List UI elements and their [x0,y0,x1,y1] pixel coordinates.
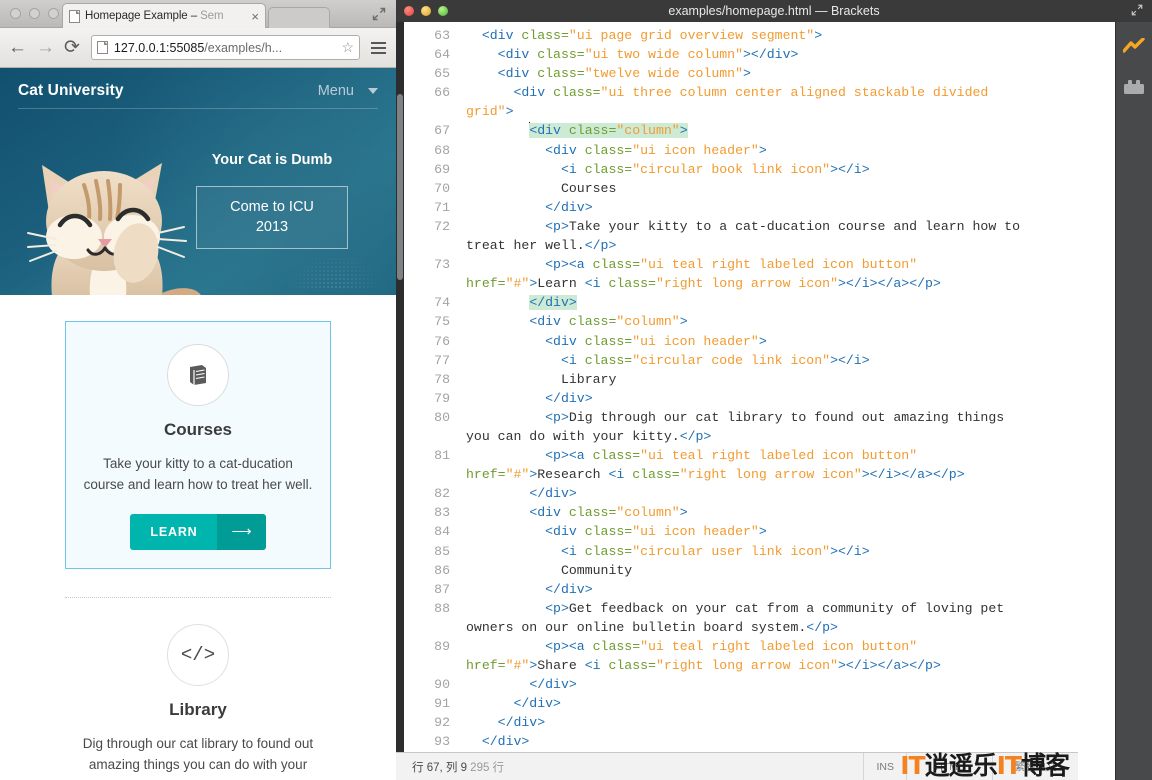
window-zoom-button[interactable] [438,6,448,16]
menu-label: Menu [317,83,354,99]
expand-arrows-icon[interactable] [1131,4,1143,19]
url-text: 127.0.0.1:55085/examples/h... [114,41,336,55]
url-host: 127.0.0.1:55085 [113,40,205,55]
url-path: /examples/h... [204,40,283,55]
total-lines: 295 行 [470,761,505,774]
hero-content: Your Cat is Dumb Come to ICU 2013 [148,152,396,250]
learn-button-label: LEARN [130,513,218,550]
brackets-window: examples/homepage.html — Brackets 63 <di… [396,0,1152,780]
live-preview-icon[interactable] [1122,37,1145,61]
card-body: Dig through our cat library to found out… [82,735,314,780]
menu-dropdown[interactable]: Menu [318,83,378,99]
card-heading: Library [169,699,227,719]
code-glyph: </> [180,643,216,666]
editor-title: examples/homepage.html — Brackets [668,4,880,18]
browser-tab-title-truncated: Sem [200,10,224,22]
box-glyph [1124,80,1144,94]
editor-window-controls[interactable] [404,6,448,16]
browser-tab-strip: Homepage Example – Sem × [0,0,396,28]
lightning-glyph [1122,37,1145,53]
code-text[interactable]: 63 <div class="ui page grid overview seg… [404,22,1115,752]
screenshot-root: Homepage Example – Sem × ← → ⟳ 127.0.0.1… [0,0,1152,780]
window-minimize-button[interactable] [29,8,40,19]
decorative-dots [290,253,380,289]
site-brand[interactable]: Cat University [18,82,124,100]
browser-window-controls[interactable] [10,8,59,19]
extension-manager-icon[interactable] [1123,79,1145,100]
editor-body: 63 <div class="ui page grid overview seg… [396,22,1152,780]
expand-arrows-icon[interactable] [372,7,386,24]
hero-banner: Cat University Menu Your Cat is Dumb Com… [0,68,396,295]
hero-cta-button[interactable]: Come to ICU 2013 [196,186,348,250]
window-minimize-button[interactable] [421,6,431,16]
long-arrow-right-icon: ⟶ [217,513,266,550]
window-close-button[interactable] [10,8,21,19]
hero-title: Your Cat is Dumb [211,152,333,168]
book-icon[interactable] [167,344,229,406]
site-watermark: IT逍遥乐IT博客 [900,751,1070,780]
editor-right-toolbar [1115,22,1152,780]
code-icon[interactable]: </> [167,623,229,686]
browser-toolbar: ← → ⟳ 127.0.0.1:55085/examples/h... ☆ [0,28,396,68]
expand-arrows-glyph [1131,4,1143,16]
reload-button[interactable]: ⟳ [64,38,80,57]
expand-arrows-glyph [372,7,386,21]
site-header: Cat University Menu [0,68,396,100]
book-glyph [190,365,206,385]
code-editor[interactable]: 63 <div class="ui page grid overview seg… [396,22,1115,780]
browser-tab-title: Homepage Example – Sem [85,10,224,22]
browser-new-tab-button[interactable] [268,7,330,28]
web-page-viewport: Cat University Menu Your Cat is Dumb Com… [0,68,396,780]
back-button[interactable]: ← [8,38,27,57]
browser-window: Homepage Example – Sem × ← → ⟳ 127.0.0.1… [0,0,396,780]
card-courses: Courses Take your kitty to a cat-ducatio… [65,321,331,569]
card-library: </> Library Dig through our cat library … [0,598,396,780]
editor-title-bar: examples/homepage.html — Brackets [396,0,1152,22]
hero-cta-line2: 2013 [255,218,289,235]
window-maximize-button[interactable] [48,8,59,19]
learn-button[interactable]: LEARN ⟶ [130,513,266,550]
card-body: Take your kitty to a cat-ducation course… [83,456,313,492]
overview-cards: Courses Take your kitty to a cat-ducatio… [0,295,396,780]
window-close-button[interactable] [404,6,414,16]
scrollbar-track[interactable] [396,22,404,752]
browser-tab-active[interactable]: Homepage Example – Sem × [62,3,266,28]
cursor-info: 行 67, 列 9 [412,761,467,774]
page-info-icon [96,41,108,54]
star-icon[interactable]: ☆ [341,39,354,56]
scrollbar-thumb[interactable] [397,94,403,280]
card-heading: Courses [163,420,233,439]
address-bar[interactable]: 127.0.0.1:55085/examples/h... ☆ [90,35,360,60]
hero-cta-line1: Come to ICU [230,199,314,215]
header-divider [18,108,378,109]
hamburger-icon[interactable] [369,41,388,54]
close-icon[interactable]: × [251,10,259,23]
document-icon [69,9,80,23]
chevron-down-icon [368,88,378,94]
cursor-position: 行 67, 列 9 295 行 [396,759,863,775]
forward-button[interactable]: → [36,38,55,57]
